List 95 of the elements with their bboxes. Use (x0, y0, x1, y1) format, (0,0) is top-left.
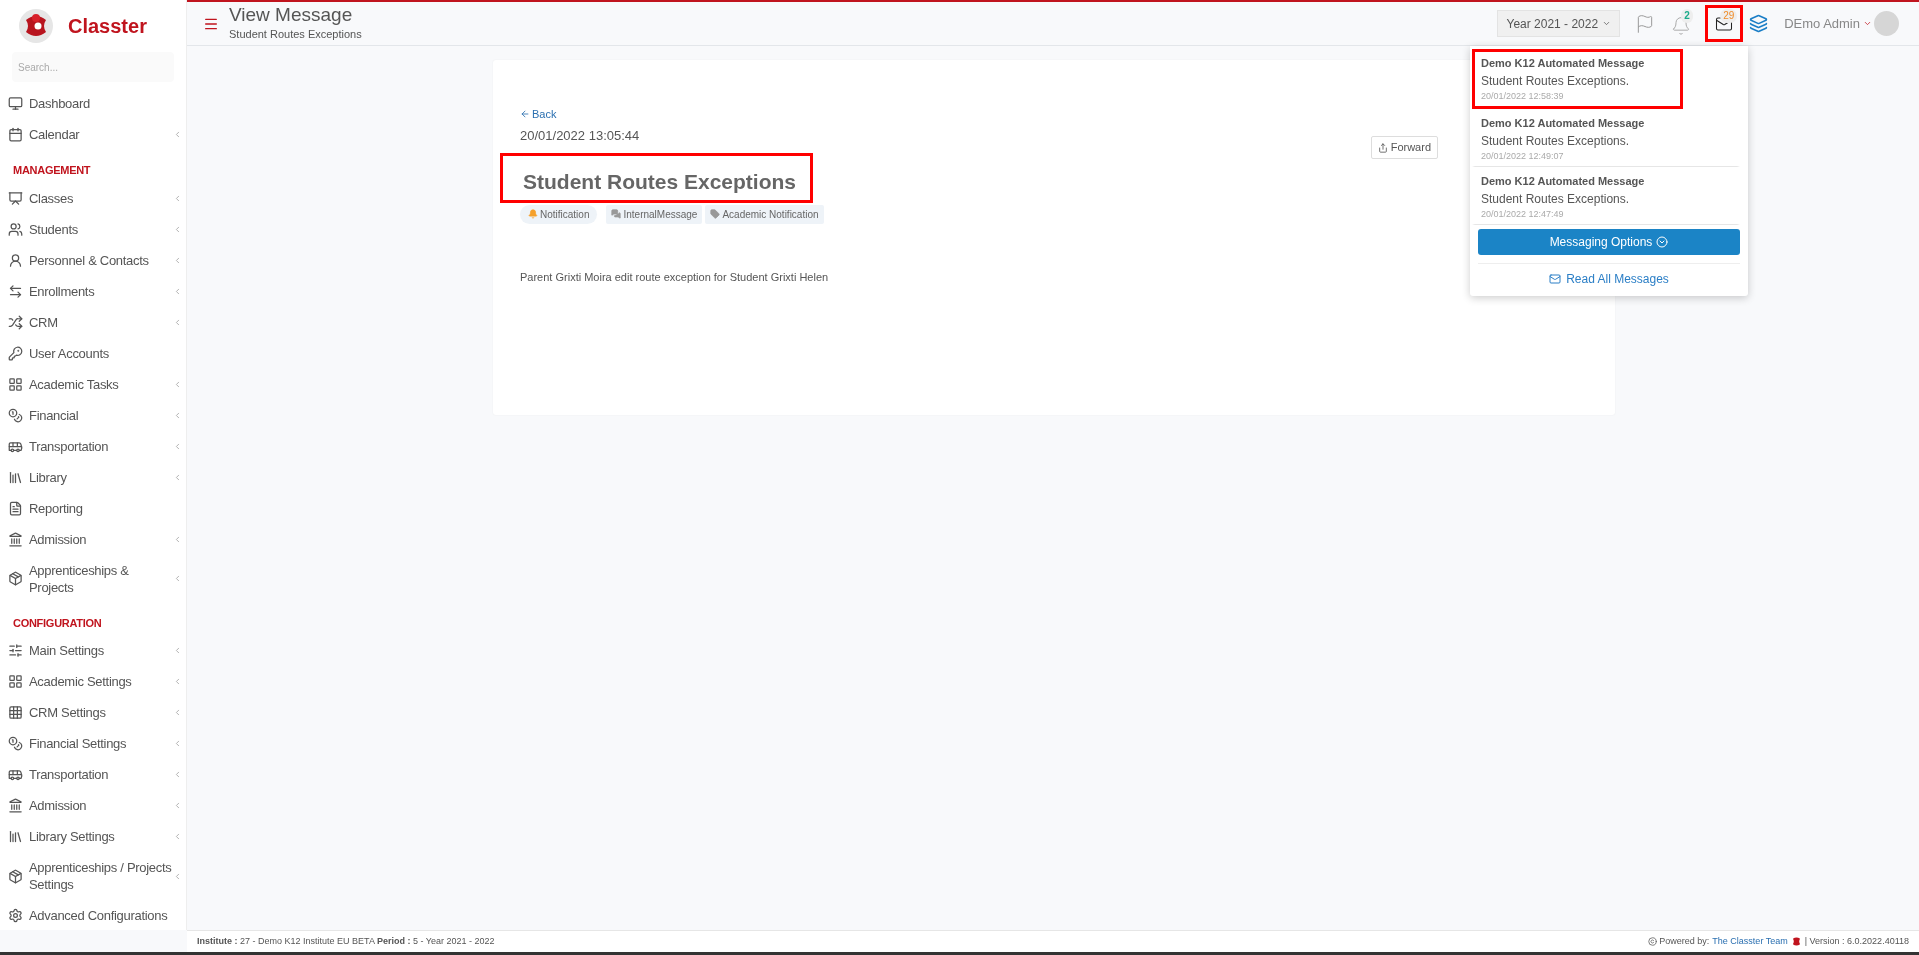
user-icon (8, 252, 23, 268)
sidebar-item[interactable]: Reporting (0, 492, 186, 524)
message-count: 29 (1720, 9, 1738, 23)
read-all-link[interactable]: Read All Messages (1478, 263, 1740, 288)
page-subtitle: Student Routes Exceptions (229, 27, 362, 43)
message-time: 20/01/2022 12:58:39 (1481, 89, 1565, 103)
arrow-left-icon (520, 109, 530, 120)
sidebar-item[interactable]: Main Settings (0, 635, 186, 666)
sidebar-item[interactable]: Financial Settings (0, 728, 186, 759)
sidebar-item[interactable]: Academic Tasks (0, 368, 186, 400)
message-subject: Student Routes Exceptions. (1481, 132, 1631, 150)
search-field[interactable]: Search... (12, 52, 174, 82)
tag: InternalMessage (606, 204, 703, 224)
sidebar-item[interactable]: Financial (0, 399, 186, 431)
message-item[interactable]: Demo K12 Automated Message Student Routes Exceptions. 20/01/2022 12:58:39 (1472, 49, 1683, 109)
sidebar-item[interactable]: Personnel & Contacts (0, 244, 186, 276)
message-sender: Demo K12 Automated Message (1481, 116, 1646, 131)
bank-icon (8, 798, 23, 813)
page-title: View Message (229, 4, 354, 27)
tag: Notification (520, 204, 598, 224)
sidebar-item[interactable]: CRM Settings (0, 697, 186, 728)
chevron-circle-icon (1656, 236, 1669, 248)
bell-icon (528, 209, 538, 219)
brand-name: Classter (68, 14, 147, 39)
logo-icon (1791, 937, 1801, 946)
box-icon (8, 571, 23, 586)
sidebar-item[interactable]: Apprenticeships & Projects (0, 554, 186, 603)
notification-count: 2 (1681, 8, 1693, 23)
message-subject: Student Routes Exceptions. (1481, 72, 1631, 90)
box-icon (8, 868, 23, 884)
monitor-icon (8, 96, 23, 111)
shuffle-icon (8, 314, 23, 330)
bank-icon (8, 531, 23, 547)
section-heading: CONFIGURATION (12, 615, 103, 631)
tag: Academic Notification (705, 204, 824, 224)
sidebar-item[interactable]: Dashboard (0, 88, 186, 119)
books-icon (8, 469, 23, 485)
sidebar-item[interactable]: Advanced Configurations (0, 900, 186, 931)
message-item[interactable]: Demo K12 Automated Message Student Routes Exceptions. 20/01/2022 12:49:07 (1472, 109, 1740, 167)
share-icon (1377, 142, 1388, 153)
sidebar-item[interactable]: Academic Settings (0, 666, 186, 697)
books-icon (8, 829, 23, 844)
mail-icon (1549, 273, 1562, 285)
sidebar-item[interactable]: Library Settings (0, 821, 186, 852)
footer-info: Institute : 27 - Demo K12 Institute EU BETA Period : 5 - Year 2021 - 2022 (197, 934, 495, 948)
year-selector[interactable]: Year 2021 - 2022 (1497, 10, 1621, 37)
coins-icon (8, 407, 23, 423)
forward-button[interactable]: Forward (1370, 136, 1438, 159)
document-icon (8, 500, 23, 516)
gear-icon (8, 908, 23, 923)
sidebar-item[interactable]: User Accounts (0, 337, 186, 369)
sidebar-item[interactable]: CRM (0, 306, 186, 338)
calendar-icon (8, 127, 23, 142)
sliders-icon (8, 643, 23, 658)
logo-icon (18, 8, 54, 44)
section-heading: MANAGEMENT (12, 163, 92, 178)
sidebar-item[interactable]: Calendar (0, 119, 186, 150)
message-sender: Demo K12 Automated Message (1481, 56, 1646, 71)
grid-icon (8, 705, 23, 720)
tag-icon (710, 209, 721, 219)
key-icon (8, 345, 23, 361)
message-subject: Student Routes Exceptions. (1481, 190, 1631, 208)
sidebar-item[interactable]: Library (0, 461, 186, 493)
caret-icon (1602, 19, 1612, 28)
powered-by-text: Powered by: (1659, 934, 1710, 948)
version-text: | Version : 6.0.2022.40118 (1804, 934, 1909, 948)
message-date: 20/01/2022 13:05:44 (520, 126, 640, 145)
sidebar-item[interactable]: Transportation (0, 759, 186, 790)
message-body: Parent Grixti Moira edit route exception for Student Grixti Helen (520, 269, 829, 285)
grid-icon (8, 376, 23, 392)
arrows-icon (8, 283, 23, 299)
coins-icon (8, 736, 23, 751)
team-link[interactable]: The Classter Team (1712, 934, 1788, 949)
caret-icon (1863, 19, 1872, 28)
message-time: 20/01/2022 12:49:07 (1481, 149, 1565, 163)
message-title: Student Routes Exceptions (500, 153, 813, 203)
sidebar-item[interactable]: Students (0, 213, 186, 245)
message-time: 20/01/2022 12:47:49 (1481, 207, 1565, 221)
sidebar-item[interactable]: Enrollments (0, 275, 186, 307)
chat-icon (611, 209, 622, 219)
message-sender: Demo K12 Automated Message (1481, 174, 1646, 189)
bus-icon (8, 767, 23, 782)
sidebar-item[interactable]: Transportation (0, 430, 186, 462)
messaging-options-button[interactable]: Messaging Options (1478, 229, 1740, 255)
message-item[interactable]: Demo K12 Automated Message Student Routes Exceptions. 20/01/2022 12:47:49 (1472, 167, 1740, 225)
user-menu[interactable]: DEmo Admin (1784, 13, 1872, 34)
layers-icon[interactable] (1749, 14, 1769, 33)
users-icon (8, 221, 23, 237)
sidebar-item[interactable]: Apprenticeships / Projects Settings (0, 852, 186, 900)
sidebar-item[interactable]: Admission (0, 790, 186, 821)
sidebar-item[interactable]: Classes (0, 182, 186, 214)
back-link[interactable]: Back (520, 106, 557, 123)
grid-icon (8, 674, 23, 689)
sidebar-item[interactable]: Admission (0, 523, 186, 555)
presentation-icon (8, 190, 23, 206)
